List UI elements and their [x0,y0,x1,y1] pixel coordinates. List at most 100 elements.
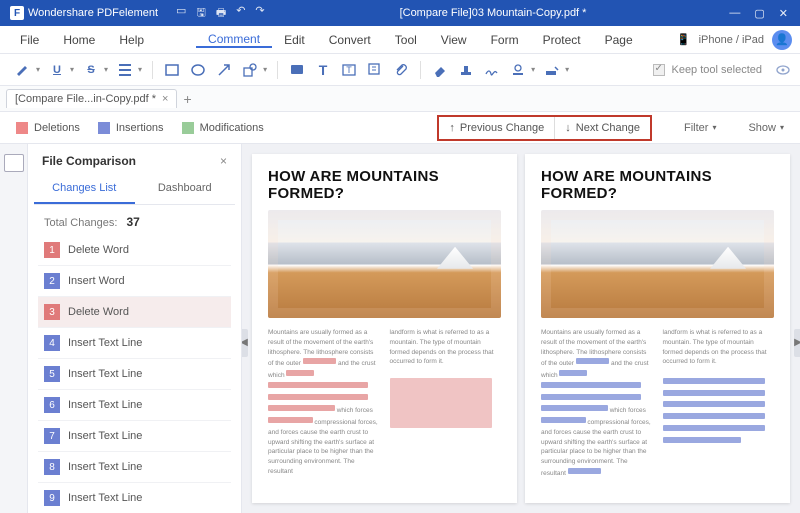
strikethrough-icon[interactable]: S [82,61,100,79]
signature-icon[interactable] [483,61,501,79]
change-label: Delete Word [68,306,129,318]
change-row[interactable]: 7 Insert Text Line [38,421,231,452]
document-title: [Compare File]03 Mountain-Copy.pdf * [265,7,722,19]
filter-dropdown[interactable]: Filter▾ [684,122,716,134]
legend-deletions[interactable]: Deletions [16,122,80,134]
menu-right: 📱 iPhone / iPad 👤 [677,30,792,50]
new-tab-icon[interactable]: + [183,91,191,107]
menu-home[interactable]: Home [51,33,107,47]
document-tab[interactable]: [Compare File...in-Copy.pdf * × [6,89,177,108]
note-icon[interactable] [288,61,306,79]
panel-close-icon[interactable]: × [220,154,227,168]
redo-icon[interactable]: ↷ [255,4,264,23]
rectangle-icon[interactable] [163,61,181,79]
change-number: 8 [44,459,60,475]
change-row[interactable]: 3 Delete Word [38,297,231,328]
change-number: 7 [44,428,60,444]
device-label[interactable]: iPhone / iPad [699,34,764,46]
change-number: 3 [44,304,60,320]
menu-help[interactable]: Help [107,33,156,47]
menu-form[interactable]: Form [479,33,531,47]
tab-bar: [Compare File...in-Copy.pdf * × + [0,86,800,112]
menu-comment[interactable]: Comment [196,32,272,48]
menu-protect[interactable]: Protect [531,33,593,47]
change-number: 4 [44,335,60,351]
total-changes: Total Changes: 37 [34,205,235,235]
user-avatar[interactable]: 👤 [772,30,792,50]
chevron-down-icon: ▾ [780,123,784,132]
maximize-icon[interactable]: ▢ [754,7,764,20]
modifications-swatch [182,122,194,134]
change-label: Insert Word [68,275,125,287]
minimize-icon[interactable]: ― [729,7,740,20]
page-heading: HOW ARE MOUNTAINS FORMED? [268,168,501,202]
svg-text:T: T [346,65,352,75]
custom-stamp-icon[interactable] [543,61,561,79]
save-icon[interactable]: 🖫 [196,4,205,23]
next-change-button[interactable]: ↓Next Change [554,117,650,139]
arrow-icon[interactable] [215,61,233,79]
checkbox-icon[interactable] [653,64,665,76]
underline-icon[interactable]: U [48,61,66,79]
attach-icon[interactable] [392,61,410,79]
document-viewer[interactable]: ◀ HOW ARE MOUNTAINS FORMED? Mountains ar… [242,144,800,513]
menu-tool[interactable]: Tool [383,33,429,47]
text-icon[interactable]: T [314,61,332,79]
change-label: Insert Text Line [68,492,142,504]
eraser-icon[interactable] [431,61,449,79]
scroll-left-icon[interactable]: ◀ [242,329,248,357]
change-label: Insert Text Line [68,337,142,349]
scroll-right-icon[interactable]: ▶ [794,329,800,357]
content-area: File Comparison × Changes List Dashboard… [0,144,800,513]
keep-tool-selected[interactable]: Keep tool selected [653,61,792,79]
textbox-icon[interactable]: T [340,61,358,79]
keep-label: Keep tool selected [671,64,762,76]
page-image [541,210,774,318]
change-row[interactable]: 4 Insert Text Line [38,328,231,359]
change-row[interactable]: 8 Insert Text Line [38,452,231,483]
list-icon[interactable] [116,61,134,79]
shapes-icon[interactable] [241,61,259,79]
change-row[interactable]: 9 Insert Text Line [38,483,231,507]
original-page: HOW ARE MOUNTAINS FORMED? Mountains are … [252,154,517,503]
menu-file[interactable]: File [8,33,51,47]
open-icon[interactable]: ▭ [176,4,186,23]
changes-list[interactable]: 1Delete Word 2 Insert Word 3 Delete Word 4 Ins… [34,235,235,507]
menu-page[interactable]: Page [593,33,645,47]
undo-icon[interactable]: ↶ [236,4,245,23]
legend-modifications[interactable]: Modifications [182,122,264,134]
arrow-down-icon: ↓ [565,122,571,134]
change-label: Insert Text Line [68,461,142,473]
previous-change-button[interactable]: ↑Previous Change [439,117,554,139]
comparison-panel: File Comparison × Changes List Dashboard… [28,144,242,513]
close-icon[interactable]: ✕ [779,7,788,20]
change-row[interactable]: 6Insert Text Line [38,390,231,421]
chevron-down-icon: ▾ [712,123,716,132]
oval-icon[interactable] [189,61,207,79]
change-number: 9 [44,490,60,506]
menu-edit[interactable]: Edit [272,33,317,47]
show-dropdown[interactable]: Show▾ [748,122,784,134]
change-row[interactable]: 2 Insert Word [38,266,231,297]
panel-header: File Comparison × [34,150,235,172]
change-number: 2 [44,273,60,289]
stamp-icon[interactable] [457,61,475,79]
tab-close-icon[interactable]: × [162,93,168,105]
tab-changes-list[interactable]: Changes List [34,174,135,204]
menu-convert[interactable]: Convert [317,33,383,47]
change-label: Insert Text Line [68,430,142,442]
highlight-icon[interactable] [14,61,32,79]
change-row[interactable]: 1Delete Word [38,235,231,266]
eye-icon[interactable] [774,61,792,79]
panel-title: File Comparison [42,154,136,168]
legend-insertions[interactable]: Insertions [98,122,164,134]
thumbnail-icon[interactable] [4,154,24,172]
tab-dashboard[interactable]: Dashboard [135,174,236,204]
change-row[interactable]: 5Insert Text Line [38,359,231,390]
menu-view[interactable]: View [429,33,479,47]
logo-icon: F [10,6,24,20]
app-name: Wondershare PDFelement [28,7,158,19]
print-icon[interactable]: 🖶 [216,4,226,23]
callout-icon[interactable] [366,61,384,79]
stamp2-icon[interactable] [509,61,527,79]
